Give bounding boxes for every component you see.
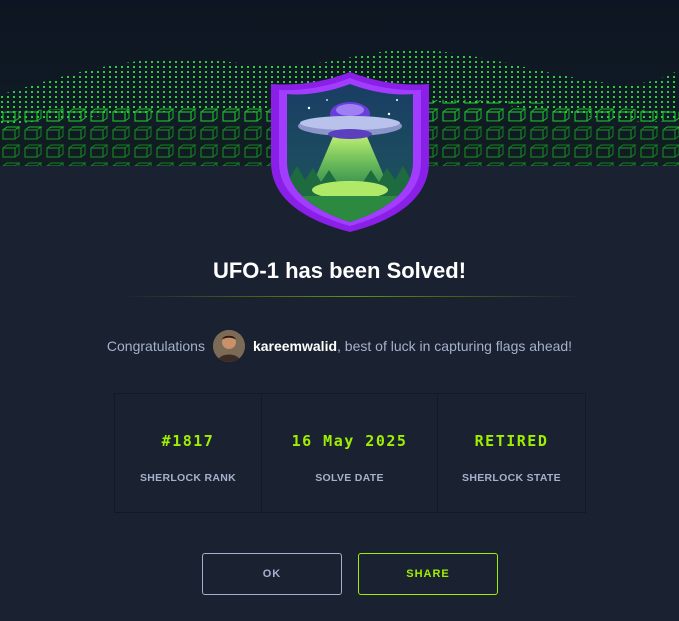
stat-rank: #1817 SHERLOCK RANK [115, 394, 262, 512]
user-avatar [212, 330, 245, 362]
ok-button[interactable]: OK [202, 553, 342, 595]
stat-value: #1817 [161, 432, 215, 450]
stats-panel: #1817 SHERLOCK RANK 16 May 2025 SOLVE DA… [114, 393, 586, 513]
congrats-suffix: , best of luck in capturing flags ahead! [337, 338, 573, 354]
congratulations-message: Congratulations kareemwalid , best of lu… [0, 330, 679, 362]
congrats-prefix: Congratulations [106, 338, 205, 354]
solved-modal: UFO-1 has been Solved! Congratulations k… [0, 0, 679, 621]
stat-label: SHERLOCK RANK [139, 472, 237, 484]
stat-label: SOLVE DATE [315, 472, 384, 484]
stat-value: RETIRED [474, 432, 549, 450]
username[interactable]: kareemwalid [253, 338, 337, 354]
stat-solve-date: 16 May 2025 SOLVE DATE [262, 394, 438, 512]
title-divider [120, 296, 585, 297]
stat-label: SHERLOCK STATE [462, 472, 561, 484]
ufo-badge-icon [269, 70, 431, 232]
stat-value: 16 May 2025 [291, 432, 408, 450]
stat-state: RETIRED SHERLOCK STATE [438, 394, 585, 512]
share-button[interactable]: SHARE [358, 553, 498, 595]
page-title: UFO-1 has been Solved! [212, 258, 467, 283]
